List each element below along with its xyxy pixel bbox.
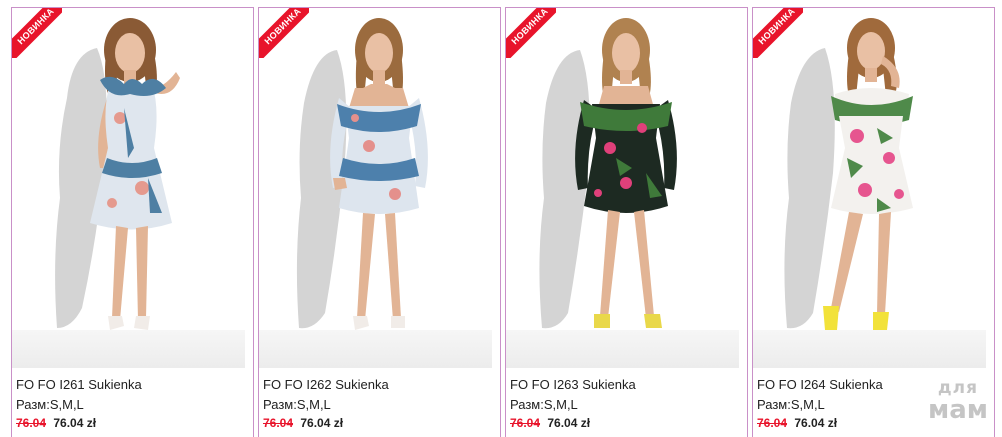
- new-badge: НОВИНКА: [753, 8, 803, 58]
- new-badge-wrap: НОВИНКА: [12, 8, 62, 58]
- model-figure: [539, 18, 677, 329]
- product-card[interactable]: НОВИНКА FO FO I264 Sukienka Разм:S,M,L 7…: [752, 7, 995, 437]
- product-price: 76.04 76.04 zł: [757, 416, 837, 430]
- product-title[interactable]: FO FO I261 Sukienka: [16, 377, 142, 392]
- new-badge-wrap: НОВИНКА: [506, 8, 556, 58]
- current-price: 76.04 zł: [547, 416, 591, 430]
- product-photo[interactable]: [753, 8, 994, 368]
- product-sizes: Разм:S,M,L: [263, 397, 331, 412]
- current-price: 76.04 zł: [53, 416, 97, 430]
- model-figure: [784, 18, 913, 330]
- product-card[interactable]: НОВИНКА FO FO I261 Sukienka Разм:S,M,L 7…: [11, 7, 254, 437]
- product-sizes: Разм:S,M,L: [16, 397, 84, 412]
- product-sizes: Разм:S,M,L: [757, 397, 825, 412]
- product-title[interactable]: FO FO I263 Sukienka: [510, 377, 636, 392]
- old-price: 76.04: [263, 416, 294, 430]
- product-photo[interactable]: [12, 8, 253, 368]
- product-photo[interactable]: [506, 8, 747, 368]
- product-card[interactable]: НОВИНКА FO FO I262 Sukienka Разм:S,M,L 7…: [258, 7, 501, 437]
- product-title[interactable]: FO FO I262 Sukienka: [263, 377, 389, 392]
- product-photo[interactable]: [259, 8, 500, 368]
- watermark-bottom: мам: [927, 395, 988, 425]
- new-badge: НОВИНКА: [259, 8, 309, 58]
- product-title[interactable]: FO FO I264 Sukienka: [757, 377, 883, 392]
- new-badge: НОВИНКА: [12, 8, 62, 58]
- new-badge-wrap: НОВИНКА: [753, 8, 803, 58]
- old-price: 76.04: [757, 416, 788, 430]
- product-price: 76.04 76.04 zł: [263, 416, 343, 430]
- product-price: 76.04 76.04 zł: [16, 416, 96, 430]
- new-badge-wrap: НОВИНКА: [259, 8, 309, 58]
- current-price: 76.04 zł: [300, 416, 344, 430]
- old-price: 76.04: [510, 416, 541, 430]
- old-price: 76.04: [16, 416, 47, 430]
- new-badge: НОВИНКА: [506, 8, 556, 58]
- model-figure: [55, 18, 180, 330]
- model-figure: [296, 18, 428, 330]
- product-grid: НОВИНКА FO FO I261 Sukienka Разм:S,M,L 7…: [0, 0, 1002, 437]
- site-watermark: для мам: [927, 380, 988, 425]
- product-card[interactable]: НОВИНКА FO FO I263 Sukienka Разм:S,M,L 7…: [505, 7, 748, 437]
- current-price: 76.04 zł: [794, 416, 838, 430]
- product-sizes: Разм:S,M,L: [510, 397, 578, 412]
- product-price: 76.04 76.04 zł: [510, 416, 590, 430]
